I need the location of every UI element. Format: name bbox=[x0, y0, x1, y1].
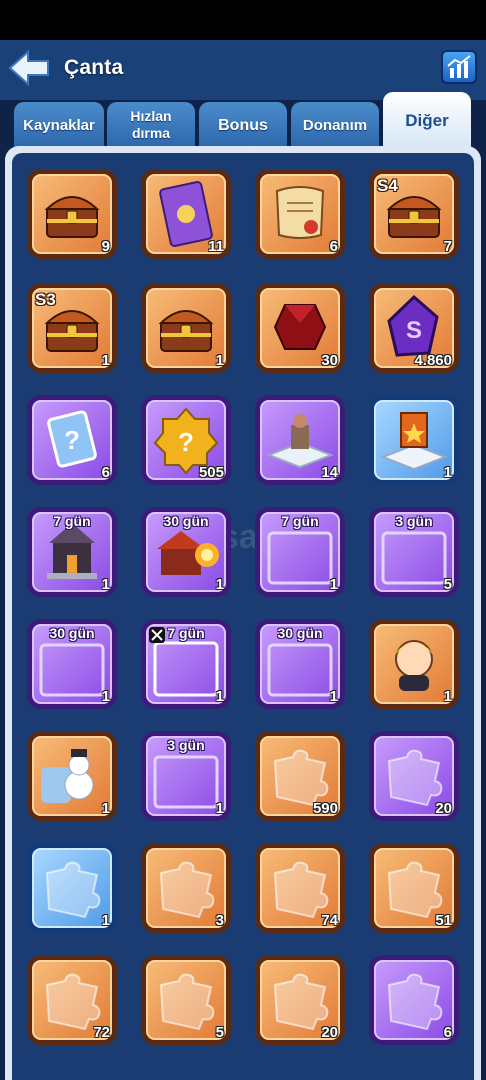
item-slot-skull-frame[interactable]: 3 gün 5 bbox=[369, 507, 459, 597]
duration-label: 30 gün bbox=[163, 513, 209, 529]
item-count: 505 bbox=[198, 464, 224, 481]
item-count: 11 bbox=[208, 238, 224, 255]
season-badge: S4 bbox=[377, 176, 398, 195]
item-count: 1 bbox=[443, 688, 452, 705]
duration-label: 7 gün bbox=[281, 513, 319, 529]
item-slot-s3-chest[interactable]: S3 1 bbox=[27, 283, 117, 373]
item-slot-x-frame[interactable]: 7 gün 1 bbox=[141, 619, 231, 709]
back-button[interactable] bbox=[6, 48, 52, 88]
item-slot-scroll[interactable]: 6 bbox=[255, 169, 345, 259]
item-slot-old-hero-puzzle[interactable]: 51 bbox=[369, 843, 459, 933]
item-count: 14 bbox=[321, 464, 338, 481]
item-count: 6 bbox=[329, 238, 338, 255]
item-slot-plain-frame[interactable]: 7 gün 1 bbox=[255, 507, 345, 597]
duration-label: 30 gün bbox=[277, 625, 323, 641]
item-slot-white-hair-hero-puzzle[interactable]: 20 bbox=[255, 955, 345, 1045]
item-count: 4.860 bbox=[414, 352, 452, 369]
item-count: 590 bbox=[312, 800, 338, 817]
item-slot-chocolate-frame[interactable]: 3 gün 1 bbox=[141, 731, 231, 821]
item-count: 1 bbox=[101, 912, 110, 929]
tab-label: Diğer bbox=[405, 110, 449, 130]
header: Çanta bbox=[0, 40, 486, 100]
item-slot-treasure-chest-paw[interactable]: 9 bbox=[27, 169, 117, 259]
svg-text:S: S bbox=[406, 317, 422, 344]
item-count: 30 bbox=[321, 352, 338, 369]
back-arrow-icon bbox=[8, 49, 49, 87]
svg-text:?: ? bbox=[64, 425, 80, 455]
item-count: 74 bbox=[321, 912, 338, 929]
item-count: 20 bbox=[435, 800, 452, 817]
bar-chart-icon bbox=[447, 55, 471, 78]
season-badge: S3 bbox=[35, 290, 56, 309]
item-count: 51 bbox=[435, 912, 452, 929]
tab-diger[interactable]: Diğer bbox=[383, 92, 471, 148]
item-count: 7 bbox=[443, 238, 452, 255]
item-slot-hooded-hero-puzzle[interactable]: 3 bbox=[141, 843, 231, 933]
item-count: 1 bbox=[443, 464, 452, 481]
item-count: 3 bbox=[215, 912, 224, 929]
item-count: 1 bbox=[215, 352, 224, 369]
tab-label-line1: Hızlan bbox=[130, 108, 172, 124]
tab-label: Kaynaklar bbox=[23, 116, 95, 134]
item-count: 72 bbox=[93, 1024, 110, 1041]
item-count: 1 bbox=[329, 576, 338, 593]
item-count: 9 bbox=[101, 238, 110, 255]
item-count: 6 bbox=[101, 464, 110, 481]
item-count: 1 bbox=[329, 688, 338, 705]
tab-donanim[interactable]: Donanım bbox=[291, 102, 379, 148]
item-slot-blonde-hero[interactable]: 1 bbox=[369, 619, 459, 709]
item-slot-statue-platform[interactable]: 14 bbox=[255, 395, 345, 485]
item-count: 1 bbox=[101, 688, 110, 705]
item-slot-dark-castle[interactable]: 7 gün 1 bbox=[27, 507, 117, 597]
item-count: 1 bbox=[215, 688, 224, 705]
item-slot-snow-frame[interactable]: 30 gün 1 bbox=[255, 619, 345, 709]
item-slot-blue-puzzle[interactable]: 1 bbox=[27, 843, 117, 933]
svg-text:?: ? bbox=[178, 427, 194, 457]
item-count: 6 bbox=[443, 1024, 452, 1041]
item-slot-snowman-chair[interactable]: 1 bbox=[27, 731, 117, 821]
duration-label: 7 gün bbox=[53, 513, 91, 529]
tab-bonus[interactable]: Bonus bbox=[199, 102, 287, 148]
item-slot-flower-frame[interactable]: 30 gün 1 bbox=[27, 619, 117, 709]
stats-button[interactable] bbox=[441, 50, 477, 84]
item-count: 5 bbox=[215, 1024, 224, 1041]
item-slot-red-hat-hero-puzzle[interactable]: 74 bbox=[255, 843, 345, 933]
item-slot-blonde-hero-puzzle[interactable]: 5 bbox=[141, 955, 231, 1045]
duration-label: 3 gün bbox=[395, 513, 433, 529]
item-slot-purple-card[interactable]: 11 bbox=[141, 169, 231, 259]
item-slot-fire-building[interactable]: 30 gün 1 bbox=[141, 507, 231, 597]
item-slot-purple-s-token[interactable]: S 4.860 bbox=[369, 283, 459, 373]
tab-label-line2: dırma bbox=[131, 125, 171, 141]
item-count: 1 bbox=[101, 352, 110, 369]
item-slot-doctor-hero-puzzle[interactable]: 6 bbox=[369, 955, 459, 1045]
tab-hizlandirma[interactable]: Hızlan dırma bbox=[107, 102, 195, 148]
tab-label: Donanım bbox=[302, 116, 368, 134]
status-bar bbox=[0, 0, 486, 40]
item-count: 1 bbox=[215, 576, 224, 593]
item-slot-mystery-badge[interactable]: ? 505 bbox=[141, 395, 231, 485]
duration-label: 7 gün bbox=[167, 625, 205, 641]
tab-label: Bonus bbox=[218, 116, 268, 134]
item-count: 5 bbox=[443, 576, 452, 593]
item-slot-banner-platform[interactable]: 1 bbox=[369, 395, 459, 485]
item-slot-goggle-hero-puzzle[interactable]: 72 bbox=[27, 955, 117, 1045]
item-slot-gold-puzzle[interactable]: 590 bbox=[255, 731, 345, 821]
tab-bar: Kaynaklar Hızlan dırma Bonus Donanım Diğ… bbox=[0, 92, 486, 148]
item-slot-mystery-card[interactable]: ? 6 bbox=[27, 395, 117, 485]
tab-kaynaklar[interactable]: Kaynaklar bbox=[14, 102, 104, 148]
item-count: 20 bbox=[321, 1024, 338, 1041]
item-count: 1 bbox=[101, 800, 110, 817]
duration-label: 30 gün bbox=[49, 625, 95, 641]
item-count: 1 bbox=[215, 800, 224, 817]
item-slot-red-gem[interactable]: 30 bbox=[255, 283, 345, 373]
item-slot-purple-puzzle[interactable]: 20 bbox=[369, 731, 459, 821]
page-title: Çanta bbox=[64, 56, 124, 79]
duration-label: 3 gün bbox=[167, 737, 205, 753]
item-slot-s4-chest[interactable]: S4 7 bbox=[369, 169, 459, 259]
item-count: 1 bbox=[101, 576, 110, 593]
item-slot-wooden-chest[interactable]: 1 bbox=[141, 283, 231, 373]
